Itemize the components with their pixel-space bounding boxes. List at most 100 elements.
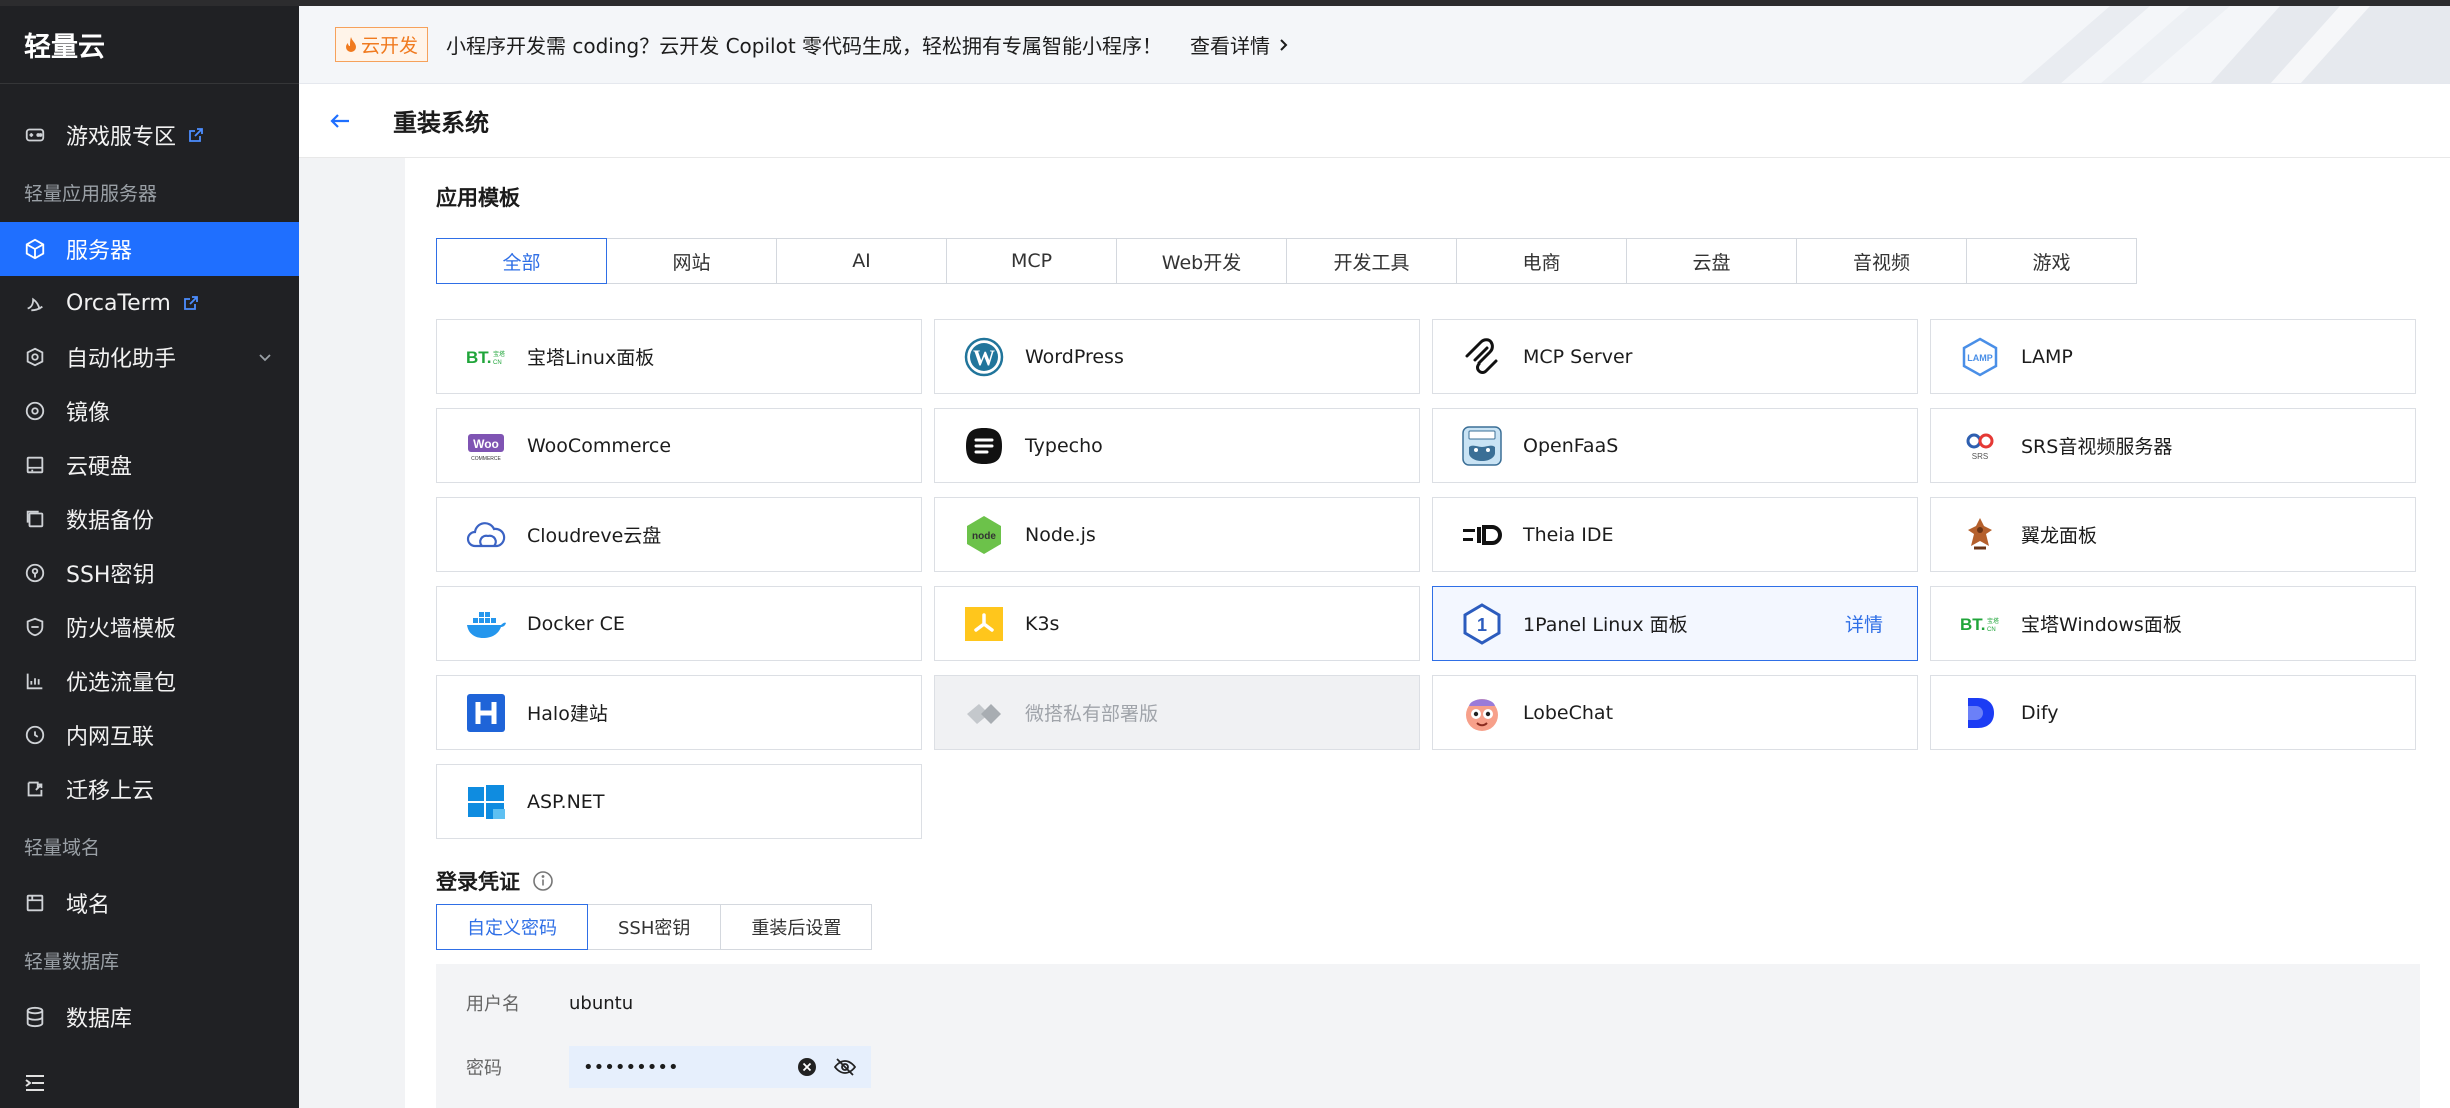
back-arrow-icon[interactable] xyxy=(327,108,353,134)
flame-icon xyxy=(346,36,356,52)
sidebar-item-server[interactable]: 服务器 xyxy=(0,222,299,276)
tab-set-after-reinstall[interactable]: 重装后设置 xyxy=(720,904,873,950)
template-card-mcp-server[interactable]: MCP Server xyxy=(1432,319,1918,394)
svg-text:宝塔: 宝塔 xyxy=(493,350,505,358)
tab-media[interactable]: 音视频 xyxy=(1796,238,1967,284)
svg-text:CN: CN xyxy=(493,360,502,366)
template-card-bt-windows[interactable]: BT. 宝塔 CN 宝塔Windows面板 xyxy=(1930,586,2416,661)
template-card-dify[interactable]: Dify xyxy=(1930,675,2416,750)
tab-dev-tools[interactable]: 开发工具 xyxy=(1286,238,1457,284)
tab-mcp[interactable]: MCP xyxy=(946,238,1117,284)
username-row: 用户名 ubuntu xyxy=(466,990,633,1016)
sidebar-item-backup[interactable]: 数据备份 xyxy=(0,492,299,546)
tab-ai[interactable]: AI xyxy=(776,238,947,284)
sidebar-item-label: 优选流量包 xyxy=(66,671,177,696)
svg-text:BT.: BT. xyxy=(466,348,492,367)
database-icon xyxy=(26,1006,44,1028)
bt-windows-logo: BT. 宝塔 CN xyxy=(1959,603,2001,645)
tab-website[interactable]: 网站 xyxy=(606,238,777,284)
tab-game[interactable]: 游戏 xyxy=(1966,238,2137,284)
sidebar-item-traffic[interactable]: 优选流量包 xyxy=(0,654,299,708)
orcaterm-icon xyxy=(27,297,43,312)
migrate-icon xyxy=(27,781,43,797)
sidebar-item-label: 迁移上云 xyxy=(66,779,155,804)
template-category-tabs: 全部 网站 AI MCP Web开发 开发工具 电商 云盘 音视频 游戏 xyxy=(436,238,2137,284)
domain-icon xyxy=(26,894,44,912)
key-icon xyxy=(25,563,45,583)
template-card-aspnet[interactable]: ASP.NET xyxy=(436,764,922,839)
external-link-icon xyxy=(189,128,203,142)
svg-text:W: W xyxy=(973,345,995,370)
clear-icon[interactable] xyxy=(797,1057,817,1077)
page-title: 重装系统 xyxy=(393,109,489,137)
docker-icon xyxy=(465,603,507,645)
template-card-wordpress[interactable]: W WordPress xyxy=(934,319,1420,394)
sidebar-item-cloud-disk[interactable]: 云硬盘 xyxy=(0,438,299,492)
section-label-domain: 轻量域名 xyxy=(24,836,101,859)
sidebar-item-label: 数据备份 xyxy=(66,509,155,534)
template-card-pterodactyl[interactable]: 翼龙面板 xyxy=(1930,497,2416,572)
template-card-srs[interactable]: SRS SRS音视频服务器 xyxy=(1930,408,2416,483)
wordpress-icon: W xyxy=(963,336,1005,378)
section-label-database: 轻量数据库 xyxy=(24,950,120,973)
credential-form: 用户名 ubuntu 密码 ••••••••• xyxy=(436,964,2420,1108)
tab-ssh-key[interactable]: SSH密钥 xyxy=(587,904,722,950)
template-card-bt-linux[interactable]: BT. 宝塔 CN 宝塔Linux面板 xyxy=(436,319,922,394)
section-label-server: 轻量应用服务器 xyxy=(24,182,158,205)
promo-banner: 云开发 小程序开发需 coding？云开发 Copilot 零代码生成，轻松拥有… xyxy=(299,6,2450,84)
hard-disk-icon xyxy=(26,456,44,474)
tab-ecommerce[interactable]: 电商 xyxy=(1456,238,1627,284)
sidebar-item-label: 域名 xyxy=(66,893,111,918)
template-card-openfaas[interactable]: OpenFaaS xyxy=(1432,408,1918,483)
k3s-icon xyxy=(963,603,1005,645)
banner-detail-link[interactable]: 查看详情 xyxy=(1190,30,1290,59)
sidebar-item-label: 游戏服专区 xyxy=(66,125,177,150)
template-card-lamp[interactable]: LAMP LAMP xyxy=(1930,319,2416,394)
chevron-right-icon xyxy=(1280,38,1288,51)
sidebar-item-migrate[interactable]: 迁移上云 xyxy=(0,762,299,816)
svg-text:node: node xyxy=(972,531,996,542)
template-card-docker[interactable]: Docker CE xyxy=(436,586,922,661)
template-card-1panel[interactable]: 1 1Panel Linux 面板 详情 xyxy=(1432,586,1918,661)
reinstall-content: 应用模板 全部 网站 AI MCP Web开发 开发工具 电商 云盘 音视频 游… xyxy=(405,158,2450,1108)
template-card-halo[interactable]: Halo建站 xyxy=(436,675,922,750)
sidebar-item-firewall[interactable]: 防火墙模板 xyxy=(0,600,299,654)
template-card-nodejs[interactable]: node Node.js xyxy=(934,497,1420,572)
sidebar-item-ssh-key[interactable]: SSH密钥 xyxy=(0,546,299,600)
detail-link[interactable]: 详情 xyxy=(1845,610,1883,637)
sidebar-item-game-zone[interactable]: 游戏服专区 xyxy=(0,108,299,162)
info-icon[interactable] xyxy=(532,870,554,892)
sidebar-item-automation[interactable]: 自动化助手 xyxy=(0,330,299,384)
tab-custom-password[interactable]: 自定义密码 xyxy=(436,904,588,950)
cube-icon xyxy=(25,238,45,260)
tab-all[interactable]: 全部 xyxy=(436,238,607,284)
template-card-lobechat[interactable]: LobeChat xyxy=(1432,675,1918,750)
tab-web-dev[interactable]: Web开发 xyxy=(1116,238,1287,284)
dify-icon xyxy=(1959,692,2001,734)
sidebar-item-label: SSH密钥 xyxy=(66,563,155,588)
svg-text:LAMP: LAMP xyxy=(1967,353,1993,363)
sidebar-item-image[interactable]: 镜像 xyxy=(0,384,299,438)
sidebar-item-label: 镜像 xyxy=(66,401,111,426)
password-input[interactable]: ••••••••• xyxy=(569,1046,871,1088)
template-card-typecho[interactable]: Typecho xyxy=(934,408,1420,483)
template-card-woocommerce[interactable]: Woo COMMERCE WooCommerce xyxy=(436,408,922,483)
tab-cloud-drive[interactable]: 云盘 xyxy=(1626,238,1797,284)
windows-icon xyxy=(465,781,507,823)
lobechat-icon xyxy=(1461,692,1503,734)
sidebar: 轻量云 游戏服专区 轻量应用服务器 服务器 OrcaTerm 自动化助手 镜像 … xyxy=(0,6,299,1108)
page-header: 重装系统 xyxy=(299,84,2450,158)
sidebar-item-database[interactable]: 数据库 xyxy=(0,990,299,1044)
sidebar-item-domain[interactable]: 域名 xyxy=(0,876,299,930)
sidebar-item-label: 内网互联 xyxy=(66,725,155,750)
mcp-icon xyxy=(1461,336,1503,378)
lamp-icon: LAMP xyxy=(1959,336,2001,378)
eye-off-icon[interactable] xyxy=(833,1055,857,1079)
collapse-menu-icon[interactable] xyxy=(24,1072,46,1094)
sidebar-item-intranet[interactable]: 内网互联 xyxy=(0,708,299,762)
template-card-cloudreve[interactable]: Cloudreve云盘 xyxy=(436,497,922,572)
sidebar-item-orcaterm[interactable]: OrcaTerm xyxy=(0,276,299,330)
pterodactyl-icon xyxy=(1959,514,2001,556)
template-card-theia[interactable]: Theia IDE xyxy=(1432,497,1918,572)
template-card-k3s[interactable]: K3s xyxy=(934,586,1420,661)
